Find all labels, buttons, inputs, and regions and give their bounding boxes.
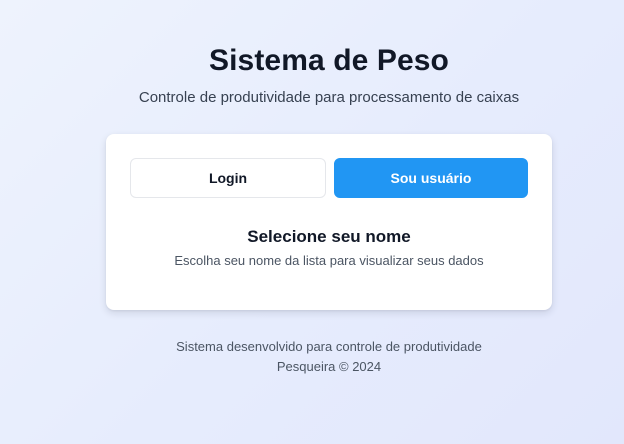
login-tab-button[interactable]: Login [130,158,326,198]
card-description: Escolha seu nome da lista para visualiza… [174,253,484,268]
card-heading: Selecione seu nome [247,227,411,246]
page: Sistema de Peso Controle de produtividad… [0,0,624,444]
user-tab-button[interactable]: Sou usuário [334,158,528,198]
footer-line-1: Sistema desenvolvido para controle de pr… [176,339,482,354]
login-card: Login Sou usuário Selecione seu nome Esc… [106,134,552,310]
page-title: Sistema de Peso [209,44,449,77]
footer: Sistema desenvolvido para controle de pr… [0,337,624,377]
footer-line-2: Pesqueira © 2024 [276,359,382,374]
page-subtitle: Controle de produtividade para processam… [138,89,520,106]
